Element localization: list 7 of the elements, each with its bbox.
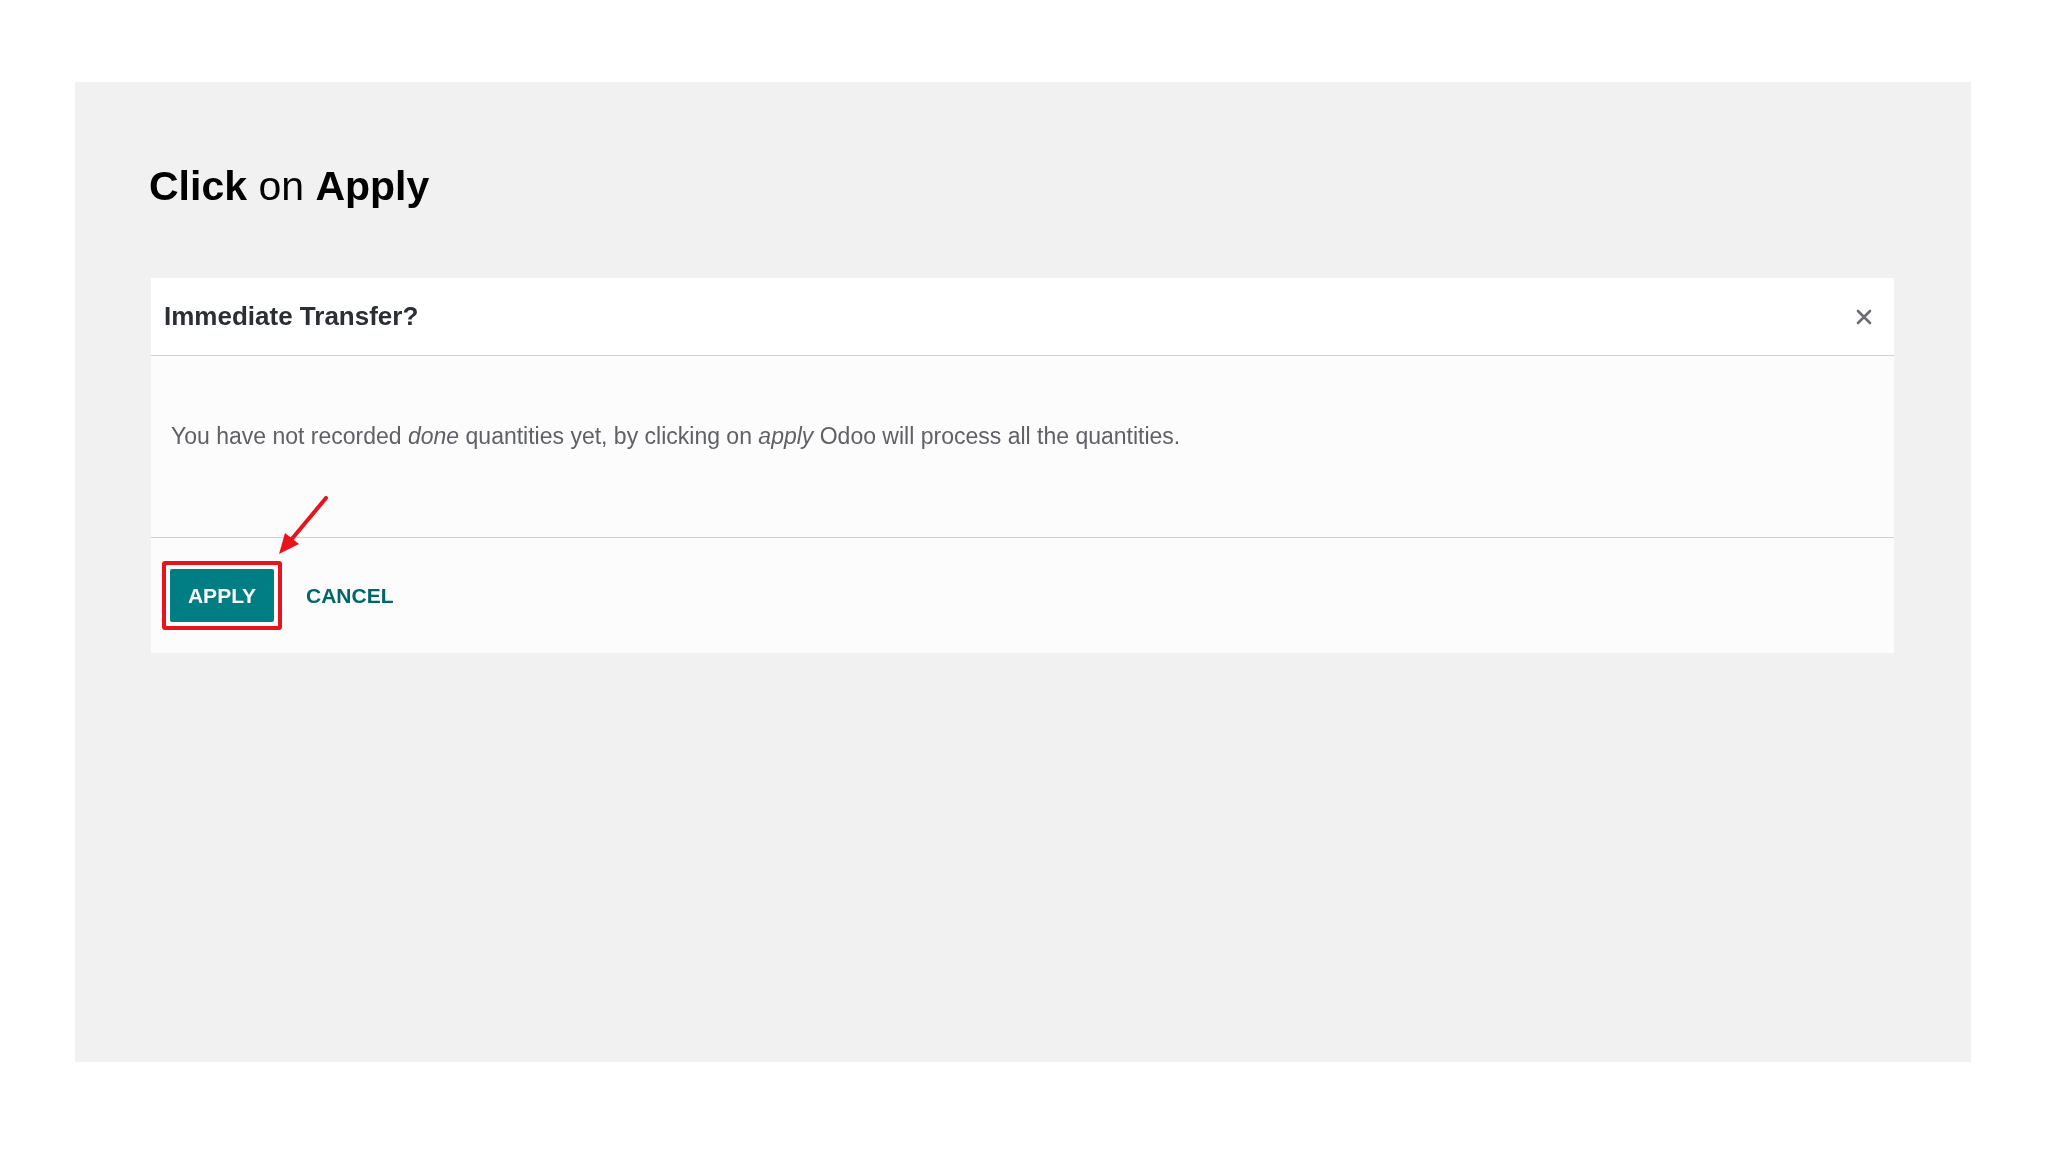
- close-icon[interactable]: [1856, 308, 1872, 325]
- apply-button[interactable]: APPLY: [170, 569, 274, 623]
- dialog-title: Immediate Transfer?: [164, 301, 419, 333]
- dialog-message: You have not recorded done quantities yet, by clicking on apply Odoo will process all the quantities.: [171, 423, 1181, 451]
- cancel-button[interactable]: CANCEL: [306, 569, 394, 623]
- instruction-heading: Click on Apply: [149, 162, 430, 211]
- pointer-arrow: [278, 496, 328, 557]
